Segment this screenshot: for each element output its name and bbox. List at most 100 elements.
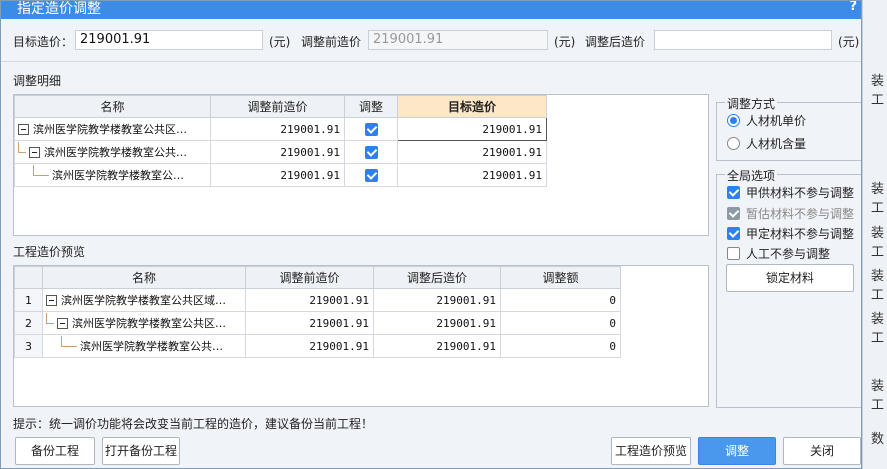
col-header-delta[interactable]: 调整额 (500, 266, 621, 289)
row-after: 219001.91 (373, 288, 501, 312)
open-backup-button[interactable]: 打开备份工程 (102, 437, 180, 465)
after-price-label: 调整后造价 (585, 35, 646, 49)
checkbox-icon[interactable] (727, 227, 740, 240)
dialog-titlebar[interactable]: 指定造价调整 ? (1, 1, 861, 19)
row-name: 滨州医学院教学楼教室公… (52, 169, 184, 182)
row-before: 219001.91 (245, 311, 374, 335)
collapse-icon[interactable] (46, 294, 57, 306)
row-before: 219001.91 (210, 163, 345, 187)
checkbox-icon (727, 207, 740, 220)
radio-icon[interactable] (727, 137, 740, 150)
bg-text: 装工 (871, 269, 885, 303)
col-header-name[interactable]: 名称 (42, 266, 246, 289)
row-after: 219001.91 (373, 311, 501, 335)
row-name: 滨州医学院教学楼教室公共… (44, 146, 187, 159)
bg-text: 装工 (871, 74, 885, 108)
help-icon[interactable]: ? (849, 1, 857, 14)
table-row[interactable]: 2 滨州医学院教学楼教室公共区… 219001.91 219001.91 0 (14, 311, 621, 335)
adjust-price-dialog: 指定造价调整 ? 目标造价： 219001.91 (元) 调整前造价 21900… (0, 0, 862, 469)
target-unit: (元) (269, 35, 291, 49)
radio-icon[interactable] (727, 114, 740, 127)
checkbox-icon[interactable] (727, 186, 740, 199)
tree-line (33, 164, 49, 176)
collapse-icon[interactable] (57, 317, 68, 329)
preview-section-title: 工程造价预览 (13, 245, 86, 259)
tree-line (18, 141, 26, 153)
collapse-icon[interactable] (18, 123, 29, 135)
lock-material-button[interactable]: 锁定材料 (726, 264, 854, 292)
row-before: 219001.91 (210, 117, 345, 141)
table-row[interactable]: 1 滨州医学院教学楼教室公共区域… 219001.91 219001.91 0 (14, 288, 621, 312)
tip-text: 提示：统一调价功能将会改变当前工程的造价，建议备份当前工程！ (13, 417, 374, 431)
before-price-field: 219001.91 (368, 30, 548, 50)
bg-text: 装工 (871, 379, 885, 413)
after-unit: (元) (838, 35, 860, 49)
row-before: 219001.91 (245, 288, 374, 312)
detail-table: 名称 调整前造价 调整 目标造价 滨州医学院教学楼教室公共区… 219001.9… (14, 95, 547, 187)
dialog-title: 指定造价调整 (17, 1, 101, 17)
background-app-strip: 装工 装工 装工 装工 装工 装工 数 (862, 0, 887, 469)
table-row[interactable]: 滨州医学院教学楼教室公… 219001.91 219001.91 (14, 163, 547, 187)
row-delta: 0 (500, 288, 621, 312)
option-zangu: 暂估材料不参与调整 (727, 205, 854, 222)
row-index: 1 (14, 288, 43, 312)
option-labor[interactable]: 人工不参与调整 (727, 245, 830, 262)
mode-option-content[interactable]: 人材机含量 (727, 135, 806, 152)
col-header-target[interactable]: 目标造价 (397, 95, 547, 118)
detail-section-title: 调整明细 (13, 74, 62, 88)
mode-option-label: 人材机单价 (746, 114, 807, 128)
option-label: 人工不参与调整 (746, 247, 831, 261)
row-target-input[interactable]: 219001.91 (397, 117, 547, 141)
global-options-group: 全局选项 甲供材料不参与调整 暂估材料不参与调整 甲定材料不参与调整 人工不参与… (716, 167, 861, 408)
option-jiading[interactable]: 甲定材料不参与调整 (727, 225, 854, 242)
row-target-input[interactable]: 219001.91 (397, 140, 547, 164)
bg-text: 数 (871, 432, 885, 447)
row-name: 滨州医学院教学楼教室公共区… (33, 123, 187, 136)
row-name: 滨州医学院教学楼教室公共区… (72, 317, 226, 330)
table-row[interactable]: 滨州医学院教学楼教室公共… 219001.91 219001.91 (14, 140, 547, 164)
close-button[interactable]: 关闭 (783, 437, 861, 465)
option-label: 暂估材料不参与调整 (746, 207, 855, 221)
adjust-checkbox[interactable] (364, 122, 378, 136)
option-jiagong[interactable]: 甲供材料不参与调整 (727, 184, 854, 201)
preview-table: 名称 调整前造价 调整后造价 调整额 1 滨州医学院教学楼教室公共区域… 219… (14, 266, 621, 358)
option-label: 甲供材料不参与调整 (746, 186, 855, 200)
target-price-input[interactable]: 219001.91 (75, 30, 263, 50)
bg-text: 装工 (871, 226, 885, 260)
backup-project-button[interactable]: 备份工程 (15, 437, 95, 465)
table-row[interactable]: 3 滨州医学院教学楼教室公共… 219001.91 219001.91 0 (14, 334, 621, 358)
col-header-before[interactable]: 调整前造价 (210, 95, 345, 118)
row-target-input[interactable]: 219001.91 (397, 163, 547, 187)
row-name: 滨州医学院教学楼教室公共… (80, 340, 223, 353)
col-header-before[interactable]: 调整前造价 (245, 266, 374, 289)
adjust-mode-group: 调整方式 人材机单价 人材机含量 (716, 95, 861, 161)
preview-grid: 名称 调整前造价 调整后造价 调整额 1 滨州医学院教学楼教室公共区域… 219… (13, 265, 709, 407)
cost-preview-button[interactable]: 工程造价预览 (611, 437, 691, 465)
adjust-mode-title: 调整方式 (725, 95, 778, 112)
checkbox-icon[interactable] (727, 247, 740, 260)
mode-option-price[interactable]: 人材机单价 (727, 112, 806, 129)
bg-text: 装工 (871, 312, 885, 346)
row-name: 滨州医学院教学楼教室公共区域… (61, 294, 226, 307)
row-index: 2 (14, 311, 43, 335)
table-row[interactable]: 滨州医学院教学楼教室公共区… 219001.91 219001.91 (14, 117, 547, 141)
row-delta: 0 (500, 311, 621, 335)
tree-line (61, 335, 77, 347)
before-price-label: 调整前造价 (301, 35, 362, 49)
target-price-label: 目标造价： (13, 35, 74, 49)
row-before: 219001.91 (210, 140, 345, 164)
after-price-field (654, 30, 832, 50)
adjust-button[interactable]: 调整 (698, 437, 776, 465)
row-index: 3 (14, 334, 43, 358)
before-unit: (元) (554, 35, 576, 49)
col-header-name[interactable]: 名称 (14, 95, 211, 118)
col-header-adjust[interactable]: 调整 (344, 95, 398, 118)
tree-line (46, 312, 54, 324)
adjust-checkbox[interactable] (364, 168, 378, 182)
col-header-index (14, 266, 43, 289)
col-header-after[interactable]: 调整后造价 (373, 266, 501, 289)
collapse-icon[interactable] (29, 146, 40, 158)
detail-grid: 名称 调整前造价 调整 目标造价 滨州医学院教学楼教室公共区… 219001.9… (13, 94, 709, 236)
global-options-title: 全局选项 (725, 167, 778, 184)
adjust-checkbox[interactable] (364, 145, 378, 159)
